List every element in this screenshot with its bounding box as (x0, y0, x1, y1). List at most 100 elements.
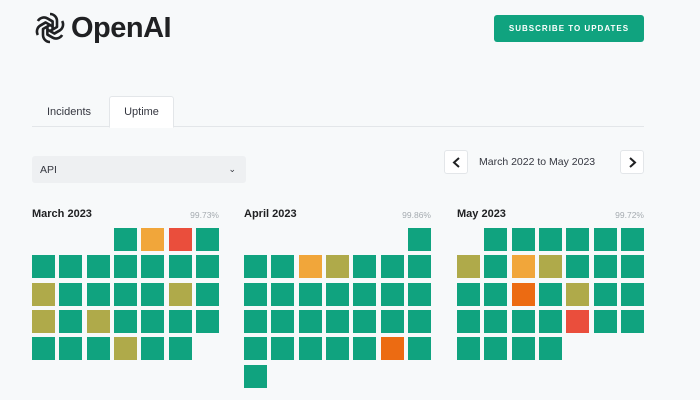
day-cell[interactable] (141, 309, 165, 333)
tab-uptime[interactable]: Uptime (109, 96, 174, 128)
day-cell[interactable] (32, 255, 55, 279)
day-cell[interactable] (271, 337, 295, 361)
day-cell[interactable] (620, 228, 644, 251)
day-cell[interactable] (86, 337, 110, 361)
day-cell[interactable] (113, 255, 137, 279)
day-cell[interactable] (195, 282, 219, 306)
day-cell[interactable] (168, 255, 192, 279)
day-cell[interactable] (168, 282, 192, 306)
day-cell[interactable] (168, 337, 192, 361)
day-cell[interactable] (407, 337, 431, 361)
day-cell[interactable] (141, 255, 165, 279)
day-cell[interactable] (32, 309, 55, 333)
day-cell[interactable] (353, 282, 377, 306)
day-cell[interactable] (511, 282, 535, 306)
day-cell[interactable] (484, 255, 508, 279)
day-cell[interactable] (325, 282, 349, 306)
day-cell[interactable] (380, 255, 404, 279)
day-cell[interactable] (298, 337, 322, 361)
day-cell[interactable] (593, 255, 617, 279)
day-cell[interactable] (484, 309, 508, 333)
day-cell[interactable] (168, 228, 192, 251)
day-cell[interactable] (380, 309, 404, 333)
day-cell[interactable] (511, 255, 535, 279)
day-cell[interactable] (484, 282, 508, 306)
day-cell[interactable] (325, 309, 349, 333)
day-cell[interactable] (141, 337, 165, 361)
day-cell[interactable] (407, 282, 431, 306)
day-cell[interactable] (566, 282, 590, 306)
day-cell[interactable] (141, 228, 165, 251)
day-cell[interactable] (298, 309, 322, 333)
day-cell[interactable] (457, 309, 480, 333)
day-cell[interactable] (511, 337, 535, 361)
day-cell[interactable] (620, 282, 644, 306)
day-cell[interactable] (538, 228, 562, 251)
day-cell[interactable] (353, 309, 377, 333)
day-cell[interactable] (593, 309, 617, 333)
day-cell[interactable] (593, 282, 617, 306)
day-cell[interactable] (407, 255, 431, 279)
day-cell[interactable] (195, 309, 219, 333)
day-cell[interactable] (407, 228, 431, 251)
next-range-button[interactable] (620, 150, 644, 174)
day-cell[interactable] (244, 364, 267, 388)
day-cell[interactable] (511, 309, 535, 333)
day-cell[interactable] (244, 309, 267, 333)
day-cell[interactable] (113, 282, 137, 306)
day-cell[interactable] (271, 282, 295, 306)
day-cell[interactable] (353, 337, 377, 361)
day-cell[interactable] (538, 282, 562, 306)
tab-incidents[interactable]: Incidents (32, 96, 106, 127)
day-cell[interactable] (113, 337, 137, 361)
day-cell[interactable] (538, 337, 562, 361)
chevron-right-icon (628, 156, 636, 168)
day-cell[interactable] (195, 255, 219, 279)
day-cell[interactable] (380, 337, 404, 361)
day-cell[interactable] (484, 337, 508, 361)
day-cell[interactable] (86, 309, 110, 333)
day-cell[interactable] (538, 255, 562, 279)
day-cell[interactable] (32, 282, 55, 306)
day-cell[interactable] (353, 255, 377, 279)
subscribe-button[interactable]: SUBSCRIBE TO UPDATES (494, 15, 644, 42)
day-cell[interactable] (620, 255, 644, 279)
day-cell[interactable] (407, 309, 431, 333)
day-cell[interactable] (59, 255, 83, 279)
day-cell[interactable] (86, 282, 110, 306)
component-select[interactable]: API ⌄ (32, 156, 246, 183)
day-cell[interactable] (511, 228, 535, 251)
day-cell[interactable] (141, 282, 165, 306)
day-cell[interactable] (59, 337, 83, 361)
day-cell[interactable] (244, 337, 267, 361)
day-cell[interactable] (168, 309, 192, 333)
day-cell[interactable] (113, 309, 137, 333)
day-cell[interactable] (298, 255, 322, 279)
day-cell[interactable] (325, 337, 349, 361)
day-cell[interactable] (59, 282, 83, 306)
previous-range-button[interactable] (444, 150, 468, 174)
day-cell[interactable] (457, 337, 480, 361)
day-cell[interactable] (538, 309, 562, 333)
day-cell[interactable] (325, 255, 349, 279)
day-cell[interactable] (566, 309, 590, 333)
day-cell[interactable] (566, 228, 590, 251)
day-cell[interactable] (195, 228, 219, 251)
day-cell[interactable] (593, 228, 617, 251)
day-cell[interactable] (380, 282, 404, 306)
day-cell[interactable] (271, 255, 295, 279)
day-cell[interactable] (566, 255, 590, 279)
day-cell[interactable] (457, 282, 480, 306)
day-cell[interactable] (484, 228, 508, 251)
day-cell[interactable] (113, 228, 137, 251)
day-cell[interactable] (32, 337, 55, 361)
day-cell[interactable] (59, 309, 83, 333)
day-cell[interactable] (244, 282, 267, 306)
day-cell[interactable] (244, 255, 267, 279)
day-cell[interactable] (271, 309, 295, 333)
logo[interactable]: OpenAI (32, 10, 172, 46)
day-cell[interactable] (298, 282, 322, 306)
day-cell[interactable] (457, 255, 480, 279)
day-cell[interactable] (620, 309, 644, 333)
day-cell[interactable] (86, 255, 110, 279)
